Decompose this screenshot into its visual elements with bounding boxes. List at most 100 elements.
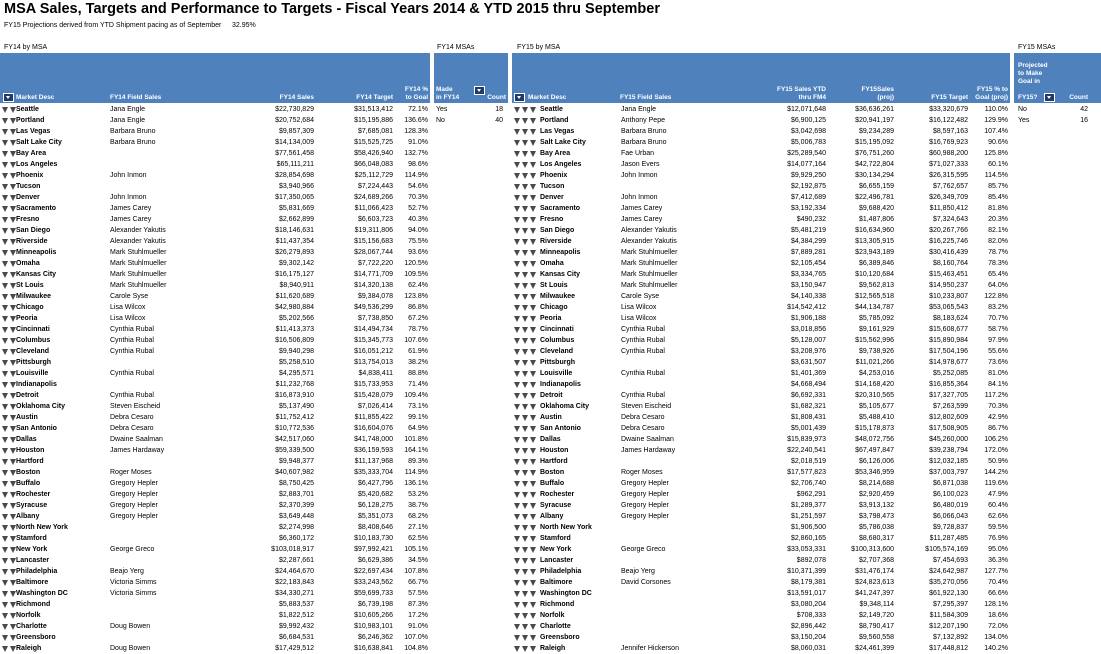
expand-arrow-icon[interactable] [530,250,536,256]
expand-arrow-icon[interactable] [522,261,528,267]
expand-arrow-icon[interactable] [2,558,8,564]
expand-arrow-icon[interactable] [2,294,8,300]
expand-arrow-icon[interactable] [522,360,528,366]
expand-arrow-icon[interactable] [530,371,536,377]
expand-arrow-icon[interactable] [522,624,528,630]
expand-arrow-icon[interactable] [514,404,520,410]
expand-arrow-icon[interactable] [522,404,528,410]
expand-arrow-icon[interactable] [530,514,536,520]
expand-arrow-icon[interactable] [530,283,536,289]
expand-arrow-icon[interactable] [514,470,520,476]
expand-arrow-icon[interactable] [2,129,8,135]
expand-arrow-icon[interactable] [2,492,8,498]
expand-arrow-icon[interactable] [514,635,520,641]
expand-arrow-icon[interactable] [522,536,528,542]
expand-arrow-icon[interactable] [530,360,536,366]
expand-arrow-icon[interactable] [2,118,8,124]
expand-arrow-icon[interactable] [522,492,528,498]
expand-arrow-icon[interactable] [514,151,520,157]
expand-arrow-icon[interactable] [530,272,536,278]
expand-arrow-icon[interactable] [514,349,520,355]
expand-arrow-icon[interactable] [2,514,8,520]
expand-arrow-icon[interactable] [522,580,528,586]
expand-arrow-icon[interactable] [2,327,8,333]
expand-arrow-icon[interactable] [514,602,520,608]
expand-arrow-icon[interactable] [530,580,536,586]
expand-arrow-icon[interactable] [514,371,520,377]
expand-arrow-icon[interactable] [514,459,520,465]
expand-arrow-icon[interactable] [514,107,520,113]
expand-arrow-icon[interactable] [522,514,528,520]
expand-arrow-icon[interactable] [522,151,528,157]
expand-arrow-icon[interactable] [514,162,520,168]
expand-arrow-icon[interactable] [2,162,8,168]
expand-arrow-icon[interactable] [530,459,536,465]
expand-arrow-icon[interactable] [2,305,8,311]
expand-arrow-icon[interactable] [514,514,520,520]
expand-arrow-icon[interactable] [522,294,528,300]
expand-arrow-icon[interactable] [2,437,8,443]
expand-arrow-icon[interactable] [514,338,520,344]
expand-arrow-icon[interactable] [2,404,8,410]
expand-arrow-icon[interactable] [2,360,8,366]
expand-arrow-icon[interactable] [530,338,536,344]
expand-arrow-icon[interactable] [514,558,520,564]
expand-arrow-icon[interactable] [2,448,8,454]
expand-arrow-icon[interactable] [530,118,536,124]
expand-arrow-icon[interactable] [2,459,8,465]
expand-arrow-icon[interactable] [2,536,8,542]
expand-arrow-icon[interactable] [522,140,528,146]
expand-arrow-icon[interactable] [2,261,8,267]
expand-arrow-icon[interactable] [522,481,528,487]
expand-arrow-icon[interactable] [514,536,520,542]
expand-arrow-icon[interactable] [522,470,528,476]
expand-arrow-icon[interactable] [530,448,536,454]
expand-arrow-icon[interactable] [530,426,536,432]
expand-arrow-icon[interactable] [530,294,536,300]
expand-arrow-icon[interactable] [530,558,536,564]
expand-arrow-icon[interactable] [514,305,520,311]
expand-arrow-icon[interactable] [530,602,536,608]
expand-arrow-icon[interactable] [530,305,536,311]
expand-arrow-icon[interactable] [522,162,528,168]
expand-arrow-icon[interactable] [2,426,8,432]
expand-arrow-icon[interactable] [530,261,536,267]
expand-arrow-icon[interactable] [2,283,8,289]
expand-arrow-icon[interactable] [530,613,536,619]
expand-arrow-icon[interactable] [2,525,8,531]
expand-arrow-icon[interactable] [530,635,536,641]
expand-arrow-icon[interactable] [514,294,520,300]
expand-arrow-icon[interactable] [530,393,536,399]
expand-arrow-icon[interactable] [522,426,528,432]
expand-arrow-icon[interactable] [522,250,528,256]
expand-arrow-icon[interactable] [514,503,520,509]
expand-arrow-icon[interactable] [530,415,536,421]
expand-arrow-icon[interactable] [514,437,520,443]
expand-arrow-icon[interactable] [2,217,8,223]
expand-arrow-icon[interactable] [514,448,520,454]
expand-arrow-icon[interactable] [2,371,8,377]
expand-arrow-icon[interactable] [530,536,536,542]
expand-arrow-icon[interactable] [2,503,8,509]
expand-arrow-icon[interactable] [2,635,8,641]
expand-arrow-icon[interactable] [530,239,536,245]
expand-arrow-icon[interactable] [514,283,520,289]
expand-arrow-icon[interactable] [514,195,520,201]
expand-arrow-icon[interactable] [2,646,8,652]
expand-arrow-icon[interactable] [530,173,536,179]
expand-arrow-icon[interactable] [530,382,536,388]
expand-arrow-icon[interactable] [530,228,536,234]
expand-arrow-icon[interactable] [522,206,528,212]
expand-arrow-icon[interactable] [522,635,528,641]
expand-arrow-icon[interactable] [530,404,536,410]
proj-filter-icon[interactable] [1044,93,1055,102]
expand-arrow-icon[interactable] [514,206,520,212]
expand-arrow-icon[interactable] [2,613,8,619]
expand-arrow-icon[interactable] [514,140,520,146]
expand-arrow-icon[interactable] [530,140,536,146]
expand-arrow-icon[interactable] [530,151,536,157]
expand-arrow-icon[interactable] [522,591,528,597]
expand-arrow-icon[interactable] [2,415,8,421]
expand-arrow-icon[interactable] [530,184,536,190]
expand-arrow-icon[interactable] [514,525,520,531]
